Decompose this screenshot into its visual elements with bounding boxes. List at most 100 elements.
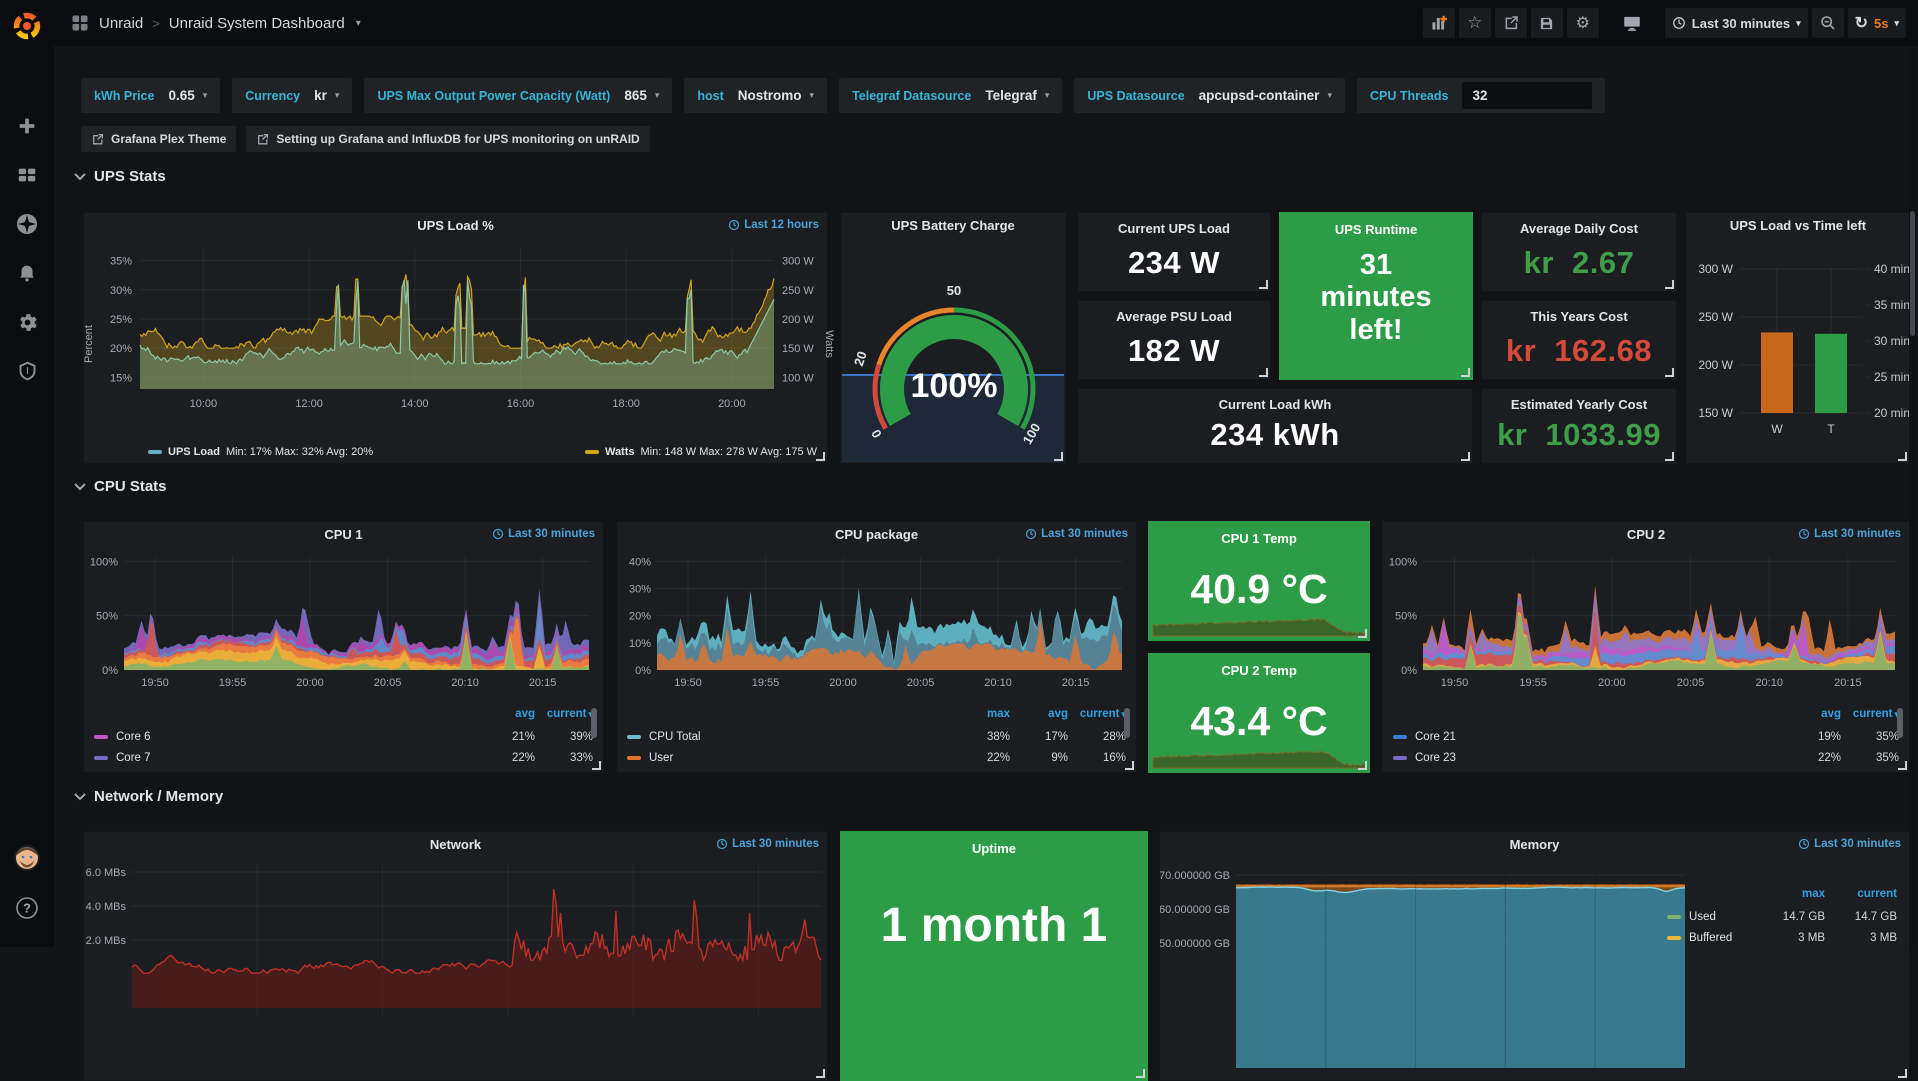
external-link-icon: [256, 133, 269, 146]
svg-text:20:10: 20:10: [451, 677, 479, 689]
svg-text:50%: 50%: [1395, 611, 1417, 623]
link-grafana-plex-theme[interactable]: Grafana Plex Theme: [81, 126, 236, 152]
svg-text:4.0 MBs: 4.0 MBs: [86, 901, 127, 913]
dashboards-icon[interactable]: [0, 155, 54, 195]
configuration-gear-icon[interactable]: [0, 302, 54, 342]
variable-kwh-price[interactable]: kWh Price0.65▾: [81, 78, 220, 113]
svg-text:0%: 0%: [1401, 665, 1417, 677]
breadcrumb: Unraid > Unraid System Dashboard ▾: [70, 13, 361, 33]
top-navbar: Unraid > Unraid System Dashboard ▾ ☆ ⚙ L…: [54, 0, 1918, 46]
svg-text:19:50: 19:50: [1441, 677, 1469, 689]
chevron-down-icon: [74, 483, 86, 491]
dashboard-settings-button[interactable]: ⚙: [1567, 8, 1599, 38]
refresh-interval: 5s: [1874, 16, 1888, 31]
svg-text:T: T: [1827, 422, 1835, 436]
panel-time-range[interactable]: Last 12 hours: [728, 219, 819, 231]
legend-scrollbar[interactable]: [591, 708, 597, 738]
ups-load-chart[interactable]: 35%300 W30%250 W25%200 W20%150 W15%100 W…: [84, 239, 827, 419]
variable-host[interactable]: hostNostromo▾: [684, 78, 827, 113]
share-dashboard-button[interactable]: [1495, 8, 1527, 38]
svg-text:250 W: 250 W: [1698, 310, 1733, 324]
svg-text:2.0 MBs: 2.0 MBs: [86, 935, 127, 947]
panel-average-psu-load: Average PSU Load 182 W: [1077, 300, 1271, 380]
section-cpu-stats[interactable]: CPU Stats: [74, 478, 167, 495]
svg-text:0%: 0%: [635, 665, 651, 677]
legend-scrollbar[interactable]: [1897, 708, 1903, 738]
cycle-view-mode-button[interactable]: [1615, 8, 1649, 38]
svg-text:40%: 40%: [629, 556, 651, 568]
time-range-picker[interactable]: Last 30 minutes▾: [1665, 8, 1808, 38]
breadcrumb-current[interactable]: Unraid System Dashboard: [169, 15, 345, 32]
favorite-star-button[interactable]: ☆: [1459, 8, 1491, 38]
series-color-swatch: [1667, 936, 1681, 940]
save-dashboard-button[interactable]: [1531, 8, 1563, 38]
zoom-out-button[interactable]: [1812, 8, 1844, 38]
clock-icon: [728, 219, 740, 231]
panel-memory: Memory Last 30 minutes 70.000000 GB60.00…: [1159, 831, 1910, 1081]
scrollbar-thumb[interactable]: [1910, 211, 1915, 336]
panel-time-range[interactable]: Last 30 minutes: [1798, 528, 1901, 540]
panel-title[interactable]: UPS Load %: [84, 213, 827, 239]
cpu2-chart[interactable]: 100%50%0%19:5019:5520:0020:0520:1020:15: [1383, 548, 1909, 694]
stat-value: 234 W: [1078, 245, 1270, 281]
network-chart[interactable]: 6.0 MBs4.0 MBs2.0 MBs: [84, 858, 827, 1080]
battery-gauge[interactable]: 02050100 100%: [841, 239, 1065, 461]
panel-time-range[interactable]: Last 30 minutes: [716, 838, 819, 850]
svg-text:18:00: 18:00: [612, 398, 640, 410]
breadcrumb-root[interactable]: Unraid: [99, 15, 143, 32]
refresh-button[interactable]: ↻ 5s ▾: [1848, 8, 1906, 38]
cpu-threads-input[interactable]: 32: [1462, 82, 1592, 109]
panel-cpu1: CPU 1 Last 30 minutes 100%50%0%19:5019:5…: [83, 521, 604, 773]
variable-ups-max-output[interactable]: UPS Max Output Power Capacity (Watt)865▾: [364, 78, 672, 113]
link-ups-monitoring-guide[interactable]: Setting up Grafana and InfluxDB for UPS …: [246, 126, 649, 152]
panel-time-range[interactable]: Last 30 minutes: [1798, 838, 1901, 850]
svg-text:20:00: 20:00: [829, 677, 857, 689]
alerting-bell-icon[interactable]: [0, 253, 54, 293]
breadcrumb-caret-icon[interactable]: ▾: [356, 18, 361, 29]
cpu1-chart[interactable]: 100%50%0%19:5019:5520:0020:0520:1020:15: [84, 548, 603, 694]
svg-text:20:05: 20:05: [1677, 677, 1705, 689]
panel-uptime: Uptime 1 month 1: [840, 831, 1148, 1081]
legend-row: User22%9%16%: [627, 747, 1126, 768]
svg-text:20:00: 20:00: [296, 677, 324, 689]
panel-time-range[interactable]: Last 30 minutes: [1025, 528, 1128, 540]
series-color-swatch: [1393, 735, 1407, 739]
chevron-down-icon: [74, 793, 86, 801]
legend-scrollbar[interactable]: [1124, 708, 1130, 738]
grafana-logo-icon[interactable]: [0, 6, 54, 46]
explore-icon[interactable]: [0, 204, 54, 244]
temp-sparkline: [1151, 608, 1367, 638]
svg-text:150 W: 150 W: [1698, 406, 1733, 420]
panel-time-range[interactable]: Last 30 minutes: [492, 528, 595, 540]
variable-currency[interactable]: Currencykr▾: [232, 78, 352, 113]
svg-text:12:00: 12:00: [295, 398, 323, 410]
panel-ups-load-vs-time-left: UPS Load vs Time left 300 W250 W200 W150…: [1686, 212, 1910, 464]
server-admin-shield-icon[interactable]: [0, 351, 54, 391]
section-ups-stats[interactable]: UPS Stats: [74, 168, 166, 185]
user-avatar[interactable]: [0, 838, 54, 878]
clock-icon: [716, 838, 728, 850]
sidebar: ?: [0, 0, 54, 947]
load-vs-time-bar-chart[interactable]: 300 W250 W200 W150 W40 min35 min30 min25…: [1687, 239, 1909, 463]
stat-value: 43.4 °C: [1149, 698, 1369, 745]
legend-row: Core 2322%35%: [1393, 747, 1899, 768]
variable-telegraf-datasource[interactable]: Telegraf DatasourceTelegraf▾: [839, 78, 1062, 113]
section-network-memory[interactable]: Network / Memory: [74, 788, 223, 805]
svg-text:19:50: 19:50: [141, 677, 169, 689]
stat-value: kr2.67: [1482, 245, 1676, 281]
panel-title[interactable]: UPS Battery Charge: [841, 213, 1065, 239]
panel-cpu-package: CPU package Last 30 minutes 40%30%20%10%…: [616, 521, 1137, 773]
cpu-package-chart[interactable]: 40%30%20%10%0%19:5019:5520:0020:0520:102…: [617, 548, 1136, 694]
page-scrollbar[interactable]: [1909, 46, 1916, 947]
variable-ups-datasource[interactable]: UPS Datasourceapcupsd-container▾: [1074, 78, 1345, 113]
add-panel-button[interactable]: [1423, 8, 1455, 38]
help-icon[interactable]: ?: [0, 888, 54, 928]
svg-text:200 W: 200 W: [782, 314, 814, 326]
svg-text:0%: 0%: [102, 665, 118, 677]
svg-text:19:50: 19:50: [674, 677, 702, 689]
panel-ups-runtime: UPS Runtime 31 minutes left!: [1279, 212, 1473, 380]
svg-text:25%: 25%: [110, 314, 132, 326]
panel-current-load-kwh: Current Load kWh 234 kWh: [1077, 388, 1473, 464]
svg-text:20:00: 20:00: [1598, 677, 1626, 689]
create-icon[interactable]: [0, 106, 54, 146]
